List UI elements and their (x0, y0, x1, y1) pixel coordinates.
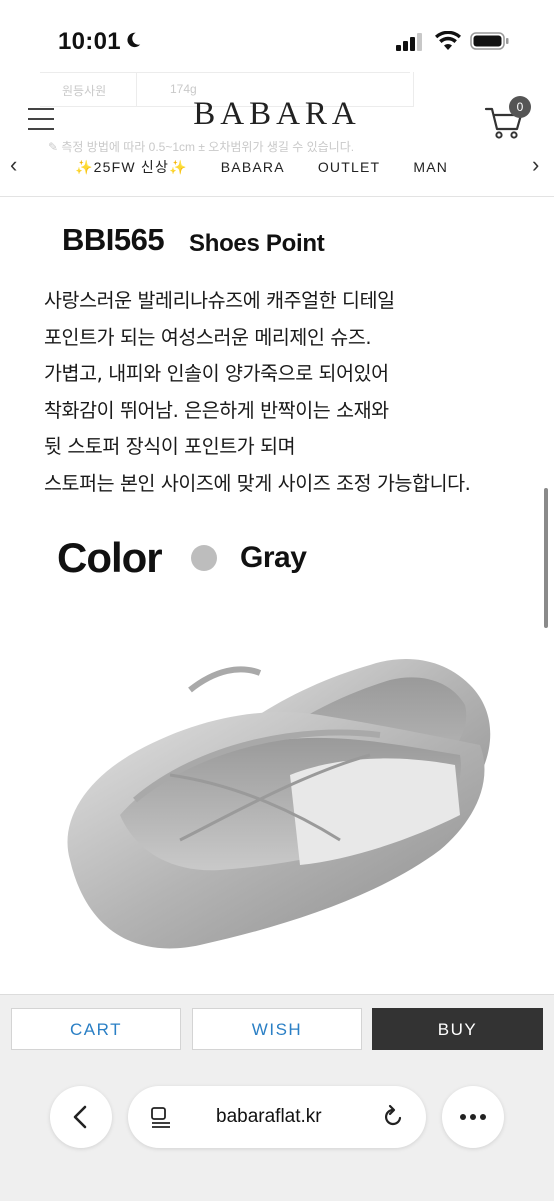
product-subtitle: Shoes Point (189, 230, 325, 257)
site-logo[interactable]: BABARA (0, 96, 554, 133)
nav-item-man[interactable]: MAN (413, 159, 448, 175)
nav-item-babara[interactable]: BABARA (221, 159, 285, 175)
bg-divider (40, 72, 410, 73)
page-menu-icon[interactable] (150, 1106, 172, 1128)
address-bar[interactable]: babaraflat.kr (128, 1086, 426, 1148)
page-scrollbar[interactable] (544, 488, 548, 628)
browser-more-button[interactable] (442, 1086, 504, 1148)
product-image-shoes (67, 659, 491, 949)
reload-icon[interactable] (380, 1104, 406, 1130)
nav-right-chevron-icon[interactable]: › (532, 152, 539, 178)
cart-button[interactable]: CART (11, 1008, 181, 1050)
description-line: 사랑스러운 발레리나슈즈에 캐주얼한 디테일 (44, 289, 395, 312)
browser-back-button[interactable] (50, 1086, 112, 1148)
description-line: 뒷 스토퍼 장식이 포인트가 되며 (44, 435, 296, 458)
description-line: 가볍고, 내피와 인솔이 양가죽으로 되어있어 (44, 362, 389, 385)
category-nav: ‹ ✨25FW 신상✨ BABARA OUTLET MAN › (0, 150, 554, 180)
nav-item-outlet[interactable]: OUTLET (318, 159, 380, 175)
battery-icon (470, 32, 509, 50)
moon-icon (127, 32, 141, 48)
status-time: 10:01 (58, 28, 121, 55)
color-label: Color (57, 534, 163, 581)
nav-left-chevron-icon[interactable]: ‹ (10, 152, 17, 178)
url-text[interactable]: babaraflat.kr (216, 1106, 322, 1128)
nav-item-25fw[interactable]: ✨25FW 신상✨ (75, 159, 188, 175)
wish-button[interactable]: WISH (192, 1008, 362, 1050)
product-description: 사랑스러운 발레리나슈즈에 캐주얼한 디테일 포인트가 되는 여성스러운 메리제… (44, 283, 544, 502)
chevron-left-icon (73, 1105, 87, 1129)
nav-divider (0, 196, 554, 197)
bg-cell: 174g (170, 82, 197, 96)
color-name: Gray (240, 541, 307, 574)
cellular-signal-icon (396, 33, 422, 51)
status-bar: 10:01 (0, 0, 554, 70)
wifi-icon (435, 31, 461, 50)
cart-count-badge: 0 (509, 96, 531, 118)
buy-button[interactable]: BUY (372, 1008, 543, 1050)
description-line: 포인트가 되는 여성스러운 메리제인 슈즈. (44, 325, 372, 349)
product-model: BBI565 (62, 222, 165, 257)
more-dots-icon (460, 1114, 486, 1120)
description-line: 스토퍼는 본인 사이즈에 맞게 사이즈 조정 가능합니다. (44, 471, 471, 495)
description-line: 착화감이 뛰어남. 은은하게 반짝이는 소재와 (44, 398, 389, 422)
color-swatch (191, 545, 217, 571)
